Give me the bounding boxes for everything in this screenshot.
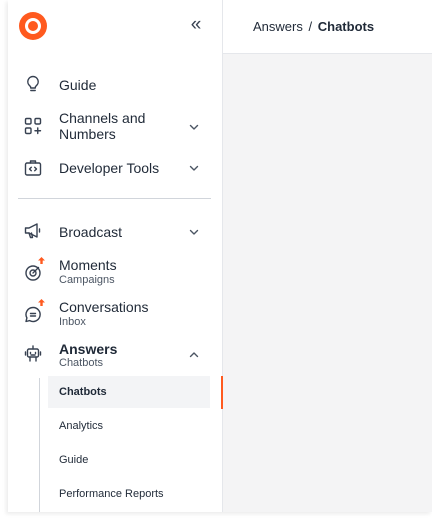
megaphone-icon	[23, 221, 43, 241]
sidebar-divider	[18, 198, 211, 199]
sidebar-item-sublabel: Chatbots	[59, 357, 104, 369]
upgrade-arrow-icon	[38, 299, 45, 306]
sidebar-item-moments[interactable]: Moments Campaigns	[8, 255, 222, 289]
code-box-icon	[23, 158, 43, 178]
sidebar-subitem-analytics[interactable]: Analytics	[48, 410, 210, 442]
chevron-down-icon[interactable]	[187, 225, 201, 239]
sidebar-subitem-guide[interactable]: Guide	[48, 444, 210, 476]
sidebar-item-label: Guide	[59, 77, 97, 93]
sidebar-item-answers[interactable]: Answers Chatbots	[8, 339, 222, 373]
sidebar-item-label: Conversations	[59, 299, 149, 315]
chevron-down-icon[interactable]	[187, 120, 201, 134]
sidebar-item-developer-tools[interactable]: Developer Tools	[8, 154, 222, 182]
sidebar: « Guide Channels and Numbers Developer T…	[8, 0, 223, 512]
main-content	[223, 0, 432, 512]
breadcrumb-parent[interactable]: Answers	[253, 19, 303, 34]
breadcrumb-current: Chatbots	[317, 19, 375, 34]
target-icon	[23, 262, 43, 282]
sidebar-item-label: Developer Tools	[59, 160, 160, 176]
sidebar-item-label: Moments	[59, 257, 117, 273]
sidebar-item-label: Channels and Numbers	[59, 110, 146, 142]
robot-icon	[23, 344, 43, 364]
grid-plus-icon	[23, 116, 43, 136]
chat-bubble-icon	[23, 304, 43, 324]
sidebar-item-conversations[interactable]: Conversations Inbox	[8, 297, 222, 331]
sidebar-item-label: Answers	[59, 341, 118, 357]
sidebar-item-guide[interactable]: Guide	[8, 70, 222, 98]
submenu-guide-line	[39, 378, 40, 512]
breadcrumb-separator: /	[308, 19, 313, 34]
breadcrumb: Answers / Chatbots	[253, 19, 374, 34]
sidebar-item-sublabel: Campaigns	[59, 274, 115, 286]
chevron-up-icon[interactable]	[187, 348, 201, 362]
sidebar-subitem-chatbots[interactable]: Chatbots	[48, 376, 210, 408]
top-bar: Answers / Chatbots	[223, 0, 432, 54]
sidebar-item-label: Broadcast	[59, 224, 123, 240]
sidebar-item-broadcast[interactable]: Broadcast	[8, 218, 222, 246]
chevron-down-icon[interactable]	[187, 161, 201, 175]
brand-logo-icon[interactable]	[19, 12, 47, 40]
sidebar-subitem-performance-reports[interactable]: Performance Reports	[48, 478, 210, 510]
upgrade-arrow-icon	[38, 257, 45, 264]
lightbulb-icon	[23, 74, 43, 94]
sidebar-item-sublabel: Inbox	[59, 316, 86, 328]
collapse-sidebar-button[interactable]: «	[184, 13, 208, 37]
sidebar-item-channels-and-numbers[interactable]: Channels and Numbers	[8, 106, 222, 146]
